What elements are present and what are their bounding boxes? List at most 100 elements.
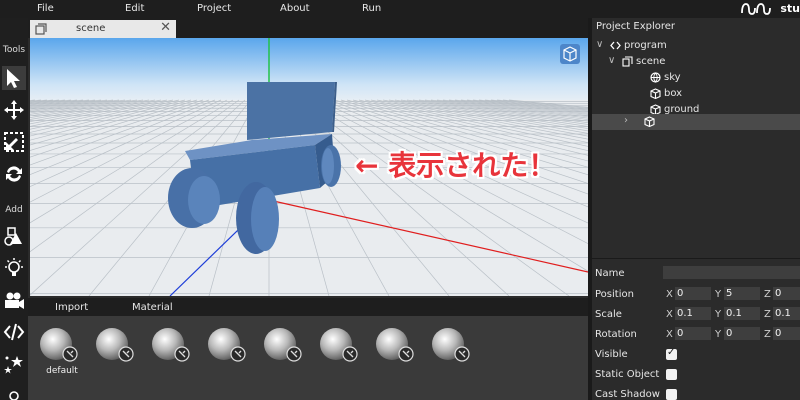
menu-edit[interactable]: Edit (125, 3, 144, 14)
tree-item[interactable]: sky (592, 70, 800, 86)
material-item[interactable] (262, 324, 308, 374)
scale-icon[interactable] (2, 130, 26, 154)
light-bulb-icon[interactable] (2, 256, 26, 280)
position-z-input[interactable] (773, 287, 800, 300)
material-sphere-icon (320, 328, 358, 362)
camera-icon[interactable] (2, 288, 26, 312)
scale-y-axis: Y (715, 309, 722, 320)
tools-label: Tools (2, 45, 26, 55)
scale-z-input[interactable] (773, 307, 800, 320)
tree-item[interactable]: › (592, 114, 800, 130)
material-sphere-icon (152, 328, 190, 362)
rotation-x-axis: X (666, 329, 673, 340)
material-item[interactable] (318, 324, 364, 374)
position-z-axis: Z (764, 289, 771, 300)
sky-icon (650, 72, 661, 83)
chevron-down-icon[interactable]: ∨ (608, 55, 615, 66)
rotate-icon[interactable] (2, 162, 26, 186)
annotation-callout: ← 表示された！ (355, 149, 557, 182)
scale-y-input[interactable] (724, 307, 760, 320)
more-tools-icon[interactable] (2, 382, 26, 400)
rotation-x-input[interactable] (675, 327, 711, 340)
script-icon[interactable] (2, 320, 26, 344)
properties-panel: Name Position X Y Z Scale X Y Z Rotation… (592, 258, 800, 400)
box-icon (644, 116, 655, 127)
static-object-label: Static Object (595, 369, 660, 380)
logo-text: stu (780, 2, 800, 15)
name-input[interactable] (663, 266, 800, 279)
tree-item[interactable]: box (592, 86, 800, 102)
visible-label: Visible (595, 349, 628, 360)
select-arrow-icon[interactable] (2, 66, 26, 90)
explorer-title: Project Explorer (596, 21, 676, 32)
tree-item[interactable]: ∨ program (592, 38, 800, 54)
material-sphere-icon (432, 328, 470, 362)
app-logo: stu (738, 0, 800, 18)
material-label: default (46, 366, 78, 376)
chevron-right-icon[interactable]: › (624, 115, 628, 126)
scale-z-axis: Z (764, 309, 771, 320)
asset-tabs: Import Material (28, 298, 588, 316)
rotation-z-axis: Z (764, 329, 771, 340)
position-y-axis: Y (715, 289, 722, 300)
tree-item[interactable]: ∨ scene (592, 54, 800, 70)
menu-run[interactable]: Run (362, 3, 381, 14)
close-icon[interactable]: ✕ (160, 20, 171, 35)
visible-checkbox[interactable]: ✓ (666, 347, 677, 360)
tab-import[interactable]: Import (55, 302, 88, 313)
tab-scene[interactable]: scene ✕ (30, 20, 176, 38)
tree-item-label: sky (664, 72, 681, 83)
chevron-down-icon[interactable]: ∨ (596, 39, 603, 50)
position-label: Position (595, 289, 634, 300)
material-item[interactable] (374, 324, 420, 374)
menu-about[interactable]: About (280, 3, 310, 14)
scene-icon (35, 23, 47, 35)
position-x-input[interactable] (675, 287, 711, 300)
material-sphere-icon (264, 328, 302, 362)
left-toolbar: Tools Add (0, 18, 28, 400)
material-item[interactable]: default (38, 324, 84, 376)
menu-project[interactable]: Project (197, 3, 231, 14)
material-grid: default (28, 316, 588, 400)
add-label: Add (5, 205, 23, 215)
scene-icon (622, 56, 633, 67)
rotation-z-input[interactable] (773, 327, 800, 340)
rotation-y-input[interactable] (724, 327, 760, 340)
tab-scene-label: scene (76, 23, 106, 34)
scale-x-input[interactable] (675, 307, 711, 320)
material-sphere-icon (376, 328, 414, 362)
primitive-shape-icon[interactable] (2, 224, 26, 248)
view-toggle-button[interactable] (560, 44, 580, 64)
cube-icon (563, 46, 577, 62)
name-label: Name (595, 268, 625, 279)
box-icon (650, 88, 661, 99)
scale-label: Scale (595, 309, 622, 320)
particles-icon[interactable] (2, 352, 26, 376)
project-explorer: Project Explorer ∨ program ∨ scene sky box gro… (592, 18, 800, 258)
material-sphere-icon (208, 328, 246, 362)
rotation-y-axis: Y (715, 329, 722, 340)
checkmark-icon: ✓ (667, 347, 676, 358)
tree-item-label: scene (636, 56, 666, 67)
tree-item-label: box (664, 88, 683, 99)
material-sphere-icon (96, 328, 134, 362)
logo-mark-icon (741, 3, 771, 15)
scale-x-axis: X (666, 309, 673, 320)
static-object-checkbox[interactable] (666, 369, 677, 380)
menu-file[interactable]: File (37, 3, 54, 14)
rotation-label: Rotation (595, 329, 637, 340)
material-sphere-icon (40, 328, 78, 362)
position-x-axis: X (666, 289, 673, 300)
material-item[interactable] (430, 324, 476, 374)
menu-bar: File Edit Project About Run stu (0, 0, 800, 18)
cast-shadow-checkbox[interactable] (666, 389, 677, 400)
code-icon (610, 41, 621, 50)
material-item[interactable] (206, 324, 252, 374)
material-item[interactable] (150, 324, 196, 374)
move-icon[interactable] (2, 98, 26, 122)
editor-tab-bar: scene ✕ (28, 18, 588, 38)
material-item[interactable] (94, 324, 140, 374)
tab-material[interactable]: Material (132, 302, 173, 313)
cast-shadow-label: Cast Shadow (595, 389, 660, 400)
position-y-input[interactable] (724, 287, 760, 300)
